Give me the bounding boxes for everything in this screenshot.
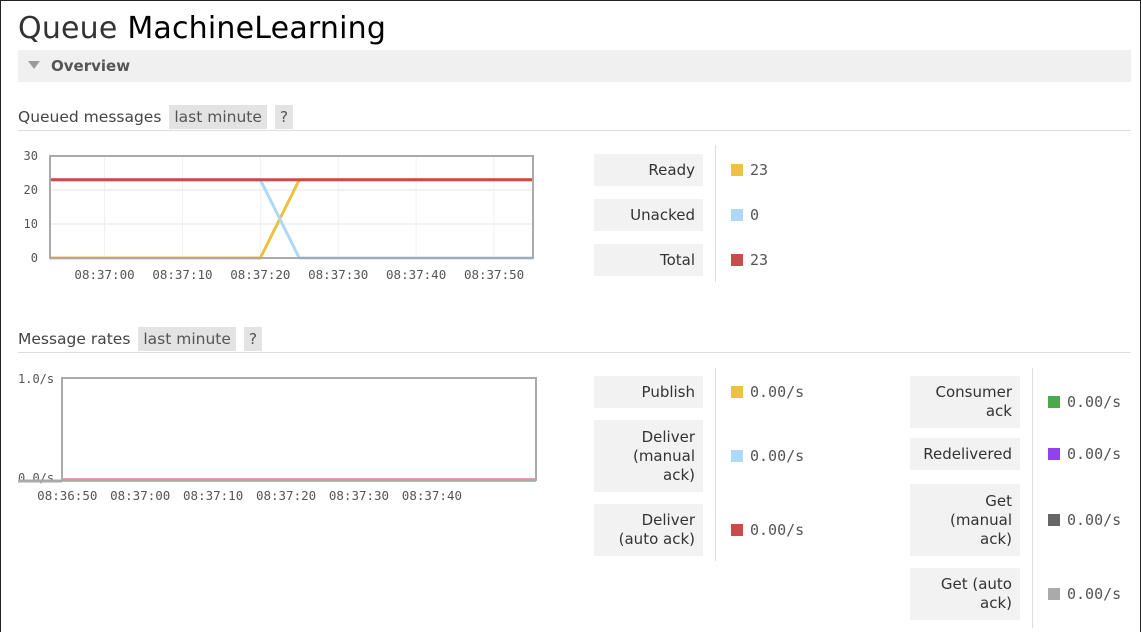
- color-swatch-icon: [1048, 588, 1060, 600]
- rates-legend-right-value: 0.00/s: [1048, 484, 1121, 556]
- rates-legend-right-value-text: 0.00/s: [1067, 511, 1122, 529]
- rates-legend-left-label: Deliver (manual ack): [594, 420, 703, 492]
- rates-legend-right-label-text: Get (manual ack): [949, 491, 1012, 548]
- queued-legend-divider: [715, 145, 716, 282]
- series-line-ready: [50, 178, 533, 260]
- x-tick-label: 08:37:40: [402, 488, 462, 503]
- overview-section-header[interactable]: Overview: [18, 50, 1131, 82]
- rates-legend-left-value-text: 0.00/s: [750, 447, 805, 465]
- queued-legend-label-text: Ready: [648, 160, 695, 179]
- queued-help-button[interactable]: ?: [274, 105, 294, 129]
- queued-legend-label: Unacked: [594, 199, 703, 231]
- color-swatch-icon: [731, 386, 743, 398]
- rates-legend-left-value: 0.00/s: [731, 376, 804, 408]
- rates-range-selector[interactable]: last minute: [138, 327, 236, 351]
- queued-messages-title: Queued messages last minute ?: [18, 105, 294, 129]
- x-tick-label: 08:37:30: [308, 267, 368, 282]
- color-swatch-icon: [1048, 396, 1060, 408]
- overview-label: Overview: [51, 57, 131, 75]
- rates-legend-left-label-text: Deliver (manual ack): [632, 427, 695, 484]
- message-rates-title: Message rates last minute ?: [18, 327, 263, 351]
- x-tick-label: 08:37:20: [256, 488, 316, 503]
- rates-legend-right-label-text: Get (auto ack): [940, 575, 1012, 612]
- series-line-unacked: [50, 178, 533, 260]
- rates-legend-right-value: 0.00/s: [1048, 438, 1121, 470]
- queued-legend-value-text: 0: [750, 206, 760, 224]
- queued-title-text: Queued messages: [18, 108, 162, 126]
- rates-legend-right-label: Get (manual ack): [910, 484, 1020, 556]
- queued-divider: [18, 130, 1131, 131]
- color-swatch-icon: [731, 209, 743, 221]
- x-tick-label: 08:37:50: [464, 267, 524, 282]
- queued-range-selector[interactable]: last minute: [169, 105, 267, 129]
- rates-legend-right-value: 0.00/s: [1048, 568, 1121, 620]
- queued-legend-value: 23: [731, 244, 768, 276]
- x-tick-label: 08:36:50: [37, 488, 97, 503]
- x-tick-label: 08:37:30: [329, 488, 389, 503]
- y-tick-label: 0.0/s: [18, 471, 54, 485]
- x-tick-label: 08:37:00: [74, 267, 134, 282]
- rates-legend-left-label: Deliver (auto ack): [594, 504, 703, 556]
- color-swatch-icon: [731, 450, 743, 462]
- rates-legend-right-value-text: 0.00/s: [1067, 445, 1122, 463]
- rates-legend-left-value: 0.00/s: [731, 504, 804, 556]
- queued-legend-label: Ready: [594, 154, 703, 186]
- queued-legend-label-text: Unacked: [630, 205, 695, 224]
- x-tick-label: 08:37:00: [110, 488, 170, 503]
- y-tick-label: 0: [31, 251, 38, 265]
- rates-legend-right-label: Consumer ack: [910, 376, 1020, 428]
- rates-legend-left-label-text: Deliver (auto ack): [618, 511, 695, 548]
- rates-legend-right-value-text: 0.00/s: [1067, 393, 1122, 411]
- rates-legend-right-value: 0.00/s: [1048, 376, 1121, 428]
- queued-legend-value-text: 23: [750, 161, 769, 179]
- queued-messages-chart: 30 20 10 0 08:37:00 08:37:10 08:37:20 08:37:30 0…: [24, 149, 534, 282]
- y-tick-label: 20: [24, 183, 38, 197]
- rates-legend-divider-right: [1032, 368, 1033, 628]
- rates-help-button[interactable]: ?: [243, 327, 263, 351]
- rates-legend-right-label: Redelivered: [910, 438, 1020, 470]
- y-tick-label: 30: [24, 149, 38, 163]
- color-swatch-icon: [1048, 448, 1060, 460]
- queued-legend-value-text: 23: [750, 251, 769, 269]
- color-swatch-icon: [731, 524, 743, 536]
- color-swatch-icon: [731, 164, 743, 176]
- rates-legend-divider-left: [715, 368, 716, 561]
- message-rates-chart: 1.0/s 0.0/s 08:36:50 08:37:00 08:37:10 08:37:…: [18, 372, 537, 503]
- rates-legend-right-label: Get (auto ack): [910, 568, 1020, 620]
- color-swatch-icon: [731, 254, 743, 266]
- rates-legend-left-value: 0.00/s: [731, 420, 804, 492]
- x-tick-label: 08:37:20: [230, 267, 290, 282]
- rates-legend-left-label: Publish: [594, 376, 703, 408]
- y-tick-label: 10: [24, 217, 38, 231]
- rates-divider: [18, 352, 1131, 353]
- rates-legend-right-value-text: 0.00/s: [1067, 585, 1122, 603]
- color-swatch-icon: [1048, 514, 1060, 526]
- queued-legend-label-text: Total: [659, 250, 695, 269]
- collapse-triangle-icon[interactable]: [28, 61, 40, 69]
- queue-name: MachineLearning: [127, 11, 387, 46]
- queued-legend-value: 0: [731, 199, 759, 231]
- queued-legend-value: 23: [731, 154, 768, 186]
- x-tick-label: 08:37:10: [152, 267, 212, 282]
- rates-legend-left-label-text: Publish: [641, 382, 695, 401]
- rates-legend-right-label-text: Consumer ack: [935, 383, 1013, 420]
- y-tick-label: 1.0/s: [18, 372, 54, 386]
- plot-frame: [61, 377, 537, 481]
- x-tick-label: 08:37:40: [386, 267, 446, 282]
- rates-legend-left-value-text: 0.00/s: [750, 383, 805, 401]
- page-title: Queue MachineLearning: [18, 11, 386, 46]
- rates-legend-right-label-text: Redelivered: [923, 444, 1012, 463]
- title-prefix: Queue: [18, 11, 118, 46]
- rates-title-text: Message rates: [18, 330, 131, 348]
- rates-legend-left-value-text: 0.00/s: [750, 521, 805, 539]
- x-tick-label: 08:37:10: [183, 488, 243, 503]
- queued-legend-label: Total: [594, 244, 703, 276]
